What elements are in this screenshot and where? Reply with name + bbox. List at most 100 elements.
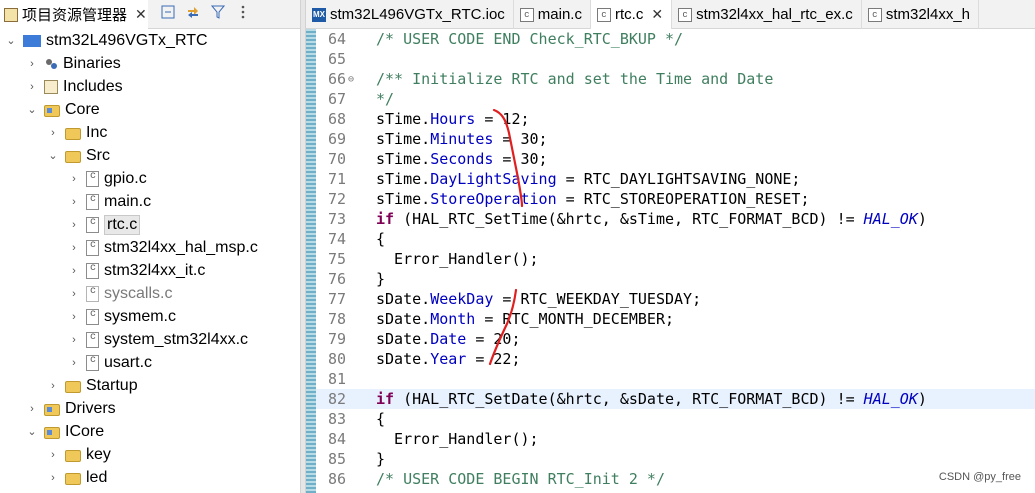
code-line[interactable]: 84 Error_Handler(); (316, 429, 1035, 449)
code-line[interactable]: 82 if (HAL_RTC_SetDate(&hrtc, &sDate, RTC… (316, 389, 1035, 409)
view-menu-icon[interactable] (235, 4, 251, 20)
tree-item[interactable]: › sysmem.c (0, 305, 300, 328)
tree-item-label: stm32L496VGTx_RTC (46, 31, 208, 49)
expand-chevron-icon[interactable]: › (67, 172, 81, 186)
tree-item[interactable]: › stm32l4xx_it.c (0, 259, 300, 282)
expand-chevron-icon[interactable]: › (67, 264, 81, 278)
code-line[interactable]: 86 /* USER CODE BEGIN RTC_Init 2 */ (316, 469, 1035, 489)
folder-icon (65, 127, 81, 140)
tree-item[interactable]: › usart.c (0, 351, 300, 374)
tree-item[interactable]: › Drivers (0, 397, 300, 420)
code-line[interactable]: 85} (316, 449, 1035, 469)
tree-item[interactable]: › system_stm32l4xx.c (0, 328, 300, 351)
code-line[interactable]: 73 if (HAL_RTC_SetTime(&hrtc, &sTime, RTC… (316, 209, 1035, 229)
tree-item[interactable]: › main.c (0, 190, 300, 213)
code-token: Month (430, 310, 476, 328)
binaries-icon (44, 57, 58, 71)
code-line[interactable]: 69 sTime. Minutes = 30; (316, 129, 1035, 149)
editor-tab[interactable]: c stm32l4xx_hal_rtc_ex.c (672, 0, 862, 29)
tree-item-label: Startup (86, 376, 138, 394)
code-line[interactable]: 65 (316, 49, 1035, 69)
tree-item[interactable]: › Inc (0, 121, 300, 144)
code-line[interactable]: 74 { (316, 229, 1035, 249)
tree-item[interactable]: ⌄ Core (0, 98, 300, 121)
tree-item[interactable]: ⌄ ICore (0, 420, 300, 443)
close-icon[interactable]: ✕ (651, 6, 663, 23)
tree-item[interactable]: › Binaries (0, 52, 300, 75)
chevron-right-icon[interactable]: › (46, 379, 60, 393)
collapse-all-icon[interactable] (160, 4, 176, 20)
chevron-down-icon[interactable]: ⌄ (25, 103, 39, 117)
tree-item[interactable]: › Includes (0, 75, 300, 98)
chevron-right-icon[interactable]: › (25, 80, 39, 94)
editor-tab[interactable]: c main.c (514, 0, 591, 29)
chevron-down-icon[interactable]: ⌄ (4, 34, 18, 48)
tree-item[interactable]: ⌄ Src (0, 144, 300, 167)
code-line[interactable]: 67 */ (316, 89, 1035, 109)
code-line[interactable]: 75 Error_Handler(); (316, 249, 1035, 269)
tree-item-label: key (86, 445, 111, 463)
source-folder-icon (44, 104, 60, 117)
chevron-down-icon[interactable]: ⌄ (46, 149, 60, 163)
code-line[interactable]: 79 sDate. Date = 20; (316, 329, 1035, 349)
source-folder-icon (44, 403, 60, 416)
editor-tab[interactable]: MX stm32L496VGTx_RTC.ioc (306, 0, 514, 29)
code-token: */ (376, 90, 395, 108)
link-with-editor-icon[interactable] (185, 4, 201, 20)
chevron-down-icon[interactable]: ⌄ (25, 425, 39, 439)
expand-chevron-icon[interactable]: › (67, 241, 81, 255)
code-line[interactable]: 76} (316, 269, 1035, 289)
code-token: = 30; (493, 130, 548, 148)
expand-chevron-icon[interactable]: › (67, 195, 81, 209)
expand-chevron-icon[interactable]: › (67, 310, 81, 324)
code-token: } (376, 450, 386, 468)
chevron-right-icon[interactable]: › (46, 448, 60, 462)
tree-item[interactable]: ⌄ stm32L496VGTx_RTC (0, 29, 300, 52)
code-token: Seconds (430, 150, 494, 168)
chevron-right-icon[interactable]: › (25, 402, 39, 416)
chevron-right-icon[interactable]: › (25, 57, 39, 71)
code-line[interactable]: 68 sTime. Hours = 12; (316, 109, 1035, 129)
tree-item[interactable]: › Startup (0, 374, 300, 397)
line-number: 66 (327, 70, 346, 88)
explorer-tab[interactable]: 项目资源管理器 ✕ (0, 0, 148, 29)
expand-chevron-icon[interactable]: › (67, 218, 81, 232)
chevron-right-icon[interactable]: › (46, 471, 60, 485)
c-file-icon: c (867, 7, 882, 22)
expand-chevron-icon[interactable]: › (67, 287, 81, 301)
line-number: 71 (327, 170, 346, 188)
fold-toggle-icon[interactable]: ⊖ (348, 74, 354, 85)
tree-item[interactable]: › syscalls.c (0, 282, 300, 305)
code-line[interactable]: 77 sDate. WeekDay = RTC_WEEKDAY_TUESDAY; (316, 289, 1035, 309)
expand-chevron-icon[interactable]: › (67, 333, 81, 347)
tree-item[interactable]: › stm32l4xx_hal_msp.c (0, 236, 300, 259)
code-line[interactable]: 66 ⊖ /** Initialize RTC and set the Time a… (316, 69, 1035, 89)
code-line[interactable]: 83 { (316, 409, 1035, 429)
code-token: HAL_OK (863, 210, 918, 228)
tree-item[interactable]: › gpio.c (0, 167, 300, 190)
tree-item-label: syscalls.c (104, 284, 173, 302)
tree-item-label: Inc (86, 123, 108, 141)
code-line[interactable]: 81 (316, 369, 1035, 389)
tree-item[interactable]: › rtc.c (0, 213, 300, 236)
chevron-right-icon[interactable]: › (46, 126, 60, 140)
line-number: 64 (327, 30, 346, 48)
editor-tab[interactable]: c stm32l4xx_h (862, 0, 980, 29)
code-line[interactable]: 70 sTime. Seconds = 30; (316, 149, 1035, 169)
code-line[interactable]: 78 sDate. Month = RTC_MONTH_DECEMBER; (316, 309, 1035, 329)
tree-item[interactable]: › key (0, 443, 300, 466)
code-line[interactable]: 64 /* USER CODE END Check_RTC_BKUP */ (316, 29, 1035, 49)
code-line[interactable]: 80 sDate. Year = 22; (316, 349, 1035, 369)
tree-item[interactable]: › led (0, 466, 300, 489)
code-line[interactable]: 72 sTime. StoreOperation = RTC_STOREOPERAT… (316, 189, 1035, 209)
code-token: Year (430, 350, 467, 368)
code-area[interactable]: 64/* USER CODE END Check_RTC_BKUP */65 66… (316, 29, 1035, 489)
expand-chevron-icon[interactable]: › (67, 356, 81, 370)
code-token: sTime. (376, 170, 431, 188)
editor-tab[interactable]: c rtc.c ✕ (590, 0, 673, 29)
close-icon[interactable]: ✕ (135, 6, 147, 23)
code-line[interactable]: 71 sTime. DayLightSaving = RTC_DAYLIGHTSAV… (316, 169, 1035, 189)
filter-icon[interactable] (210, 4, 226, 20)
editor-tab-bar: MX stm32L496VGTx_RTC.ioc c main.c c rtc.c ✕ c st… (306, 0, 1035, 29)
c-file-icon (86, 331, 99, 348)
